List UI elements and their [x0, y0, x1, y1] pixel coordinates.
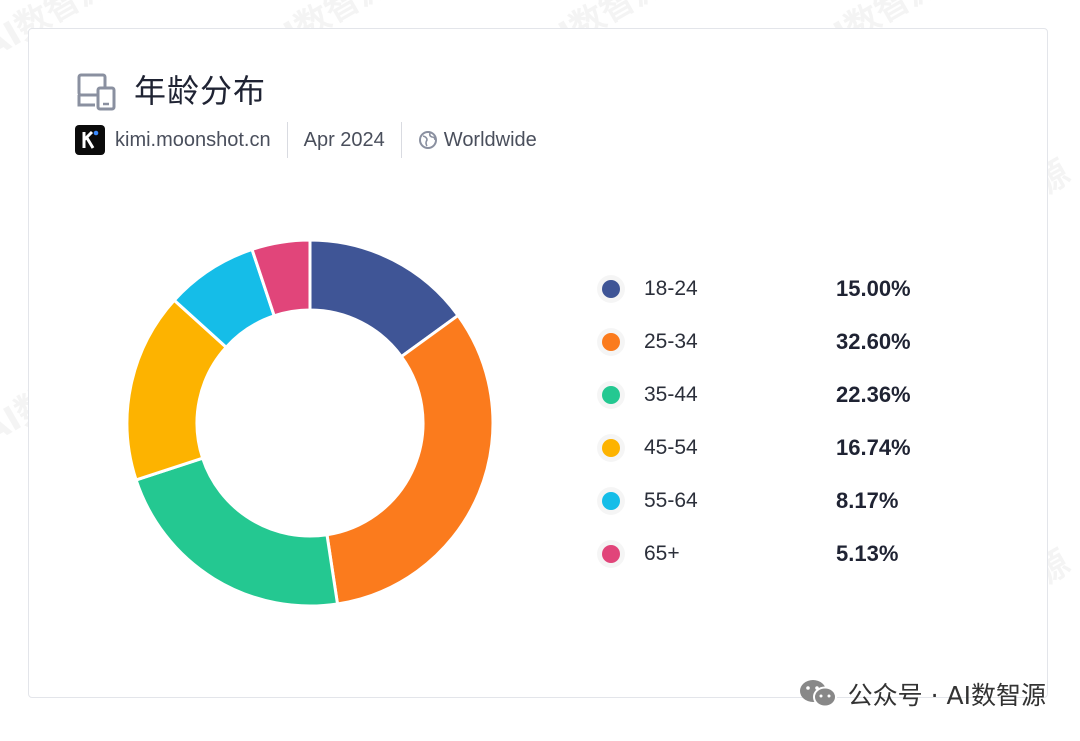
wechat-icon: [799, 680, 837, 708]
meta-divider: [400, 122, 402, 158]
donut-slice-35-44[interactable]: [134, 456, 340, 608]
legend-label: 55-64: [644, 489, 698, 512]
footer-text: 公众号 · AI数智源: [847, 681, 1046, 710]
site-domain[interactable]: kimi.moonshot.cn: [115, 129, 271, 152]
donut-chart: [125, 238, 495, 608]
donut-slice-25-34[interactable]: [325, 313, 495, 606]
legend-dot-45-54: [602, 439, 620, 457]
globe-icon: [418, 131, 437, 149]
legend-row: 35-44 22.36%: [600, 370, 960, 423]
legend-value: 8.17%: [836, 488, 899, 513]
legend-row: 55-64 8.17%: [600, 476, 960, 529]
date-range[interactable]: Apr 2024: [304, 129, 385, 152]
legend-row: 65+ 5.13%: [600, 529, 960, 582]
chart-legend: 18-24 15.00% 25-34 32.60% 35-44 22.36% 4…: [600, 264, 960, 582]
legend-label: 25-34: [644, 330, 698, 353]
legend-label: 65+: [644, 542, 680, 565]
legend-row: 18-24 15.00%: [600, 264, 960, 317]
legend-value: 22.36%: [836, 382, 911, 407]
devices-icon: [77, 73, 116, 111]
legend-row: 45-54 16.74%: [600, 423, 960, 476]
legend-value: 5.13%: [836, 541, 899, 566]
legend-dot-18-24: [602, 280, 620, 298]
legend-label: 18-24: [644, 277, 698, 300]
legend-value: 15.00%: [836, 276, 911, 301]
meta-divider: [286, 122, 288, 158]
legend-dot-55-64: [602, 492, 620, 510]
legend-dot-25-34: [602, 333, 620, 351]
meta-bar: kimi.moonshot.cn Apr 2024 Worldwide: [75, 120, 537, 160]
legend-label: 45-54: [644, 436, 698, 459]
legend-value: 32.60%: [836, 329, 911, 354]
legend-value: 16.74%: [836, 435, 911, 460]
legend-row: 25-34 32.60%: [600, 317, 960, 370]
legend-dot-65-plus: [602, 545, 620, 563]
footer-attribution: 公众号 · AI数智源: [798, 676, 1046, 712]
legend-label: 35-44: [644, 383, 698, 406]
legend-dot-35-44: [602, 386, 620, 404]
site-logo-icon: [75, 125, 105, 155]
page-title: 年龄分布: [134, 72, 267, 110]
region-label[interactable]: Worldwide: [444, 129, 537, 152]
